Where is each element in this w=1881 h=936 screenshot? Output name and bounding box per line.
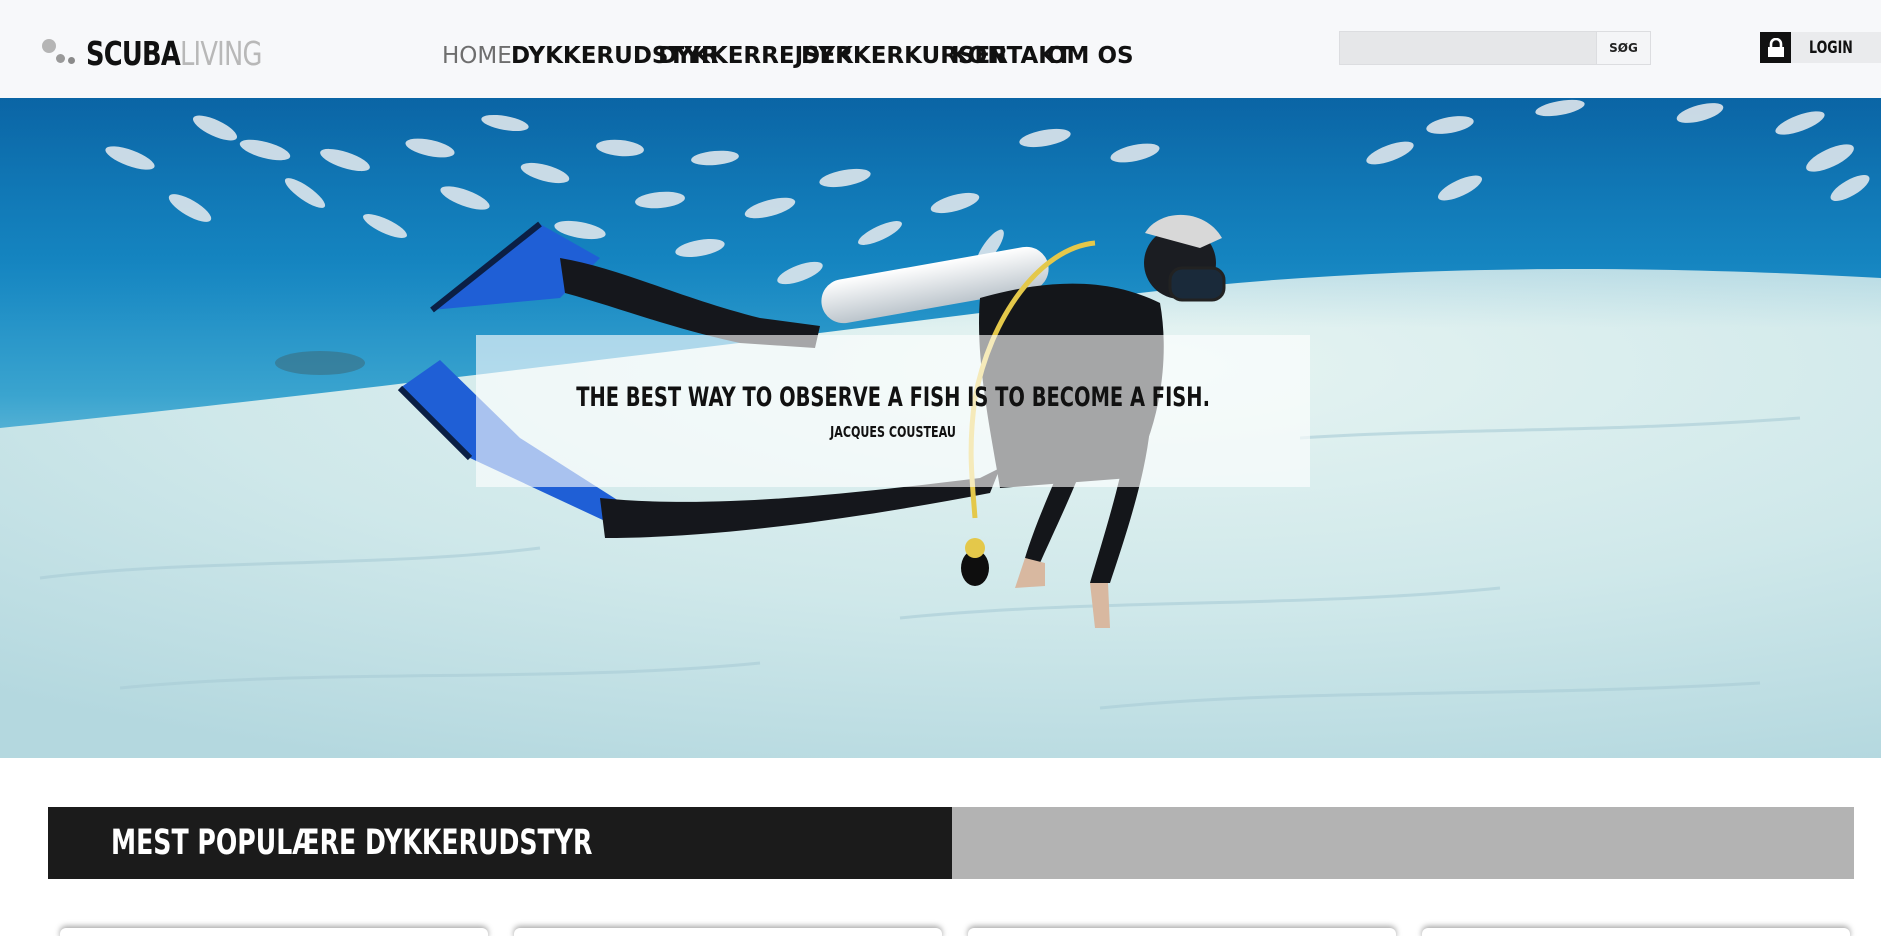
nav-gap — [1022, 40, 1047, 72]
section-title: MEST POPULÆRE DYKKERUDSTYR — [111, 823, 593, 863]
site-logo[interactable]: SCUBALIVING — [40, 34, 311, 74]
login-button[interactable]: LOGIN — [1760, 32, 1881, 63]
hero-quote: THE BEST WAY TO OBSERVE A FISH IS TO BEC… — [576, 382, 1210, 413]
section-heading-dark: MEST POPULÆRE DYKKERUDSTYR — [48, 807, 952, 879]
nav-gap — [925, 40, 951, 72]
product-card[interactable] — [60, 928, 488, 936]
login-label: LOGIN — [1809, 37, 1853, 58]
nav-item-om-os[interactable]: OM OS — [1047, 43, 1134, 69]
nav-slot-dykkerrejser: DYKKERREJSER — [658, 40, 853, 72]
login-label-box: LOGIN — [1791, 32, 1881, 63]
main-nav: HOME DYKKERUDSTYR DYKKERREJSER DYKKERKUR… — [442, 40, 1134, 72]
nav-slot-kontakt: KONTAKT — [951, 40, 1072, 72]
bubbles-icon — [40, 37, 80, 71]
logo-text-living: LIVING — [179, 34, 262, 73]
product-card[interactable] — [1422, 928, 1850, 936]
logo-text-scuba: SCUBA — [86, 34, 181, 73]
hero-quote-author: JACQUES COUSTEAU — [830, 423, 956, 441]
search-button[interactable]: SØG — [1596, 32, 1650, 64]
product-card[interactable] — [514, 928, 942, 936]
hero-banner: THE BEST WAY TO OBSERVE A FISH IS TO BEC… — [0, 98, 1881, 758]
nav-gap — [634, 40, 658, 72]
nav-slot-om-os: OM OS — [1047, 40, 1134, 72]
popular-gear-heading: MEST POPULÆRE DYKKERUDSTYR — [48, 807, 1854, 879]
nav-gap — [491, 40, 511, 72]
search-bar: SØG — [1339, 31, 1651, 65]
site-header: SCUBALIVING HOME DYKKERUDSTYR DYKKERREJS… — [0, 0, 1881, 98]
nav-slot-dykkerkurser: DYKKERKURSER — [801, 40, 1008, 72]
nav-slot-dykkerudstyr: DYKKERUDSTYR — [511, 40, 719, 72]
product-card[interactable] — [968, 928, 1396, 936]
hero-quote-box: THE BEST WAY TO OBSERVE A FISH IS TO BEC… — [476, 335, 1310, 487]
nav-slot-home: HOME — [442, 40, 512, 72]
logo-wordmark: SCUBALIVING — [86, 34, 262, 74]
product-card-row — [0, 924, 1881, 936]
nav-gap — [777, 40, 801, 72]
section-heading-filler — [952, 807, 1854, 879]
lock-icon — [1760, 32, 1791, 63]
search-input[interactable] — [1340, 32, 1596, 64]
